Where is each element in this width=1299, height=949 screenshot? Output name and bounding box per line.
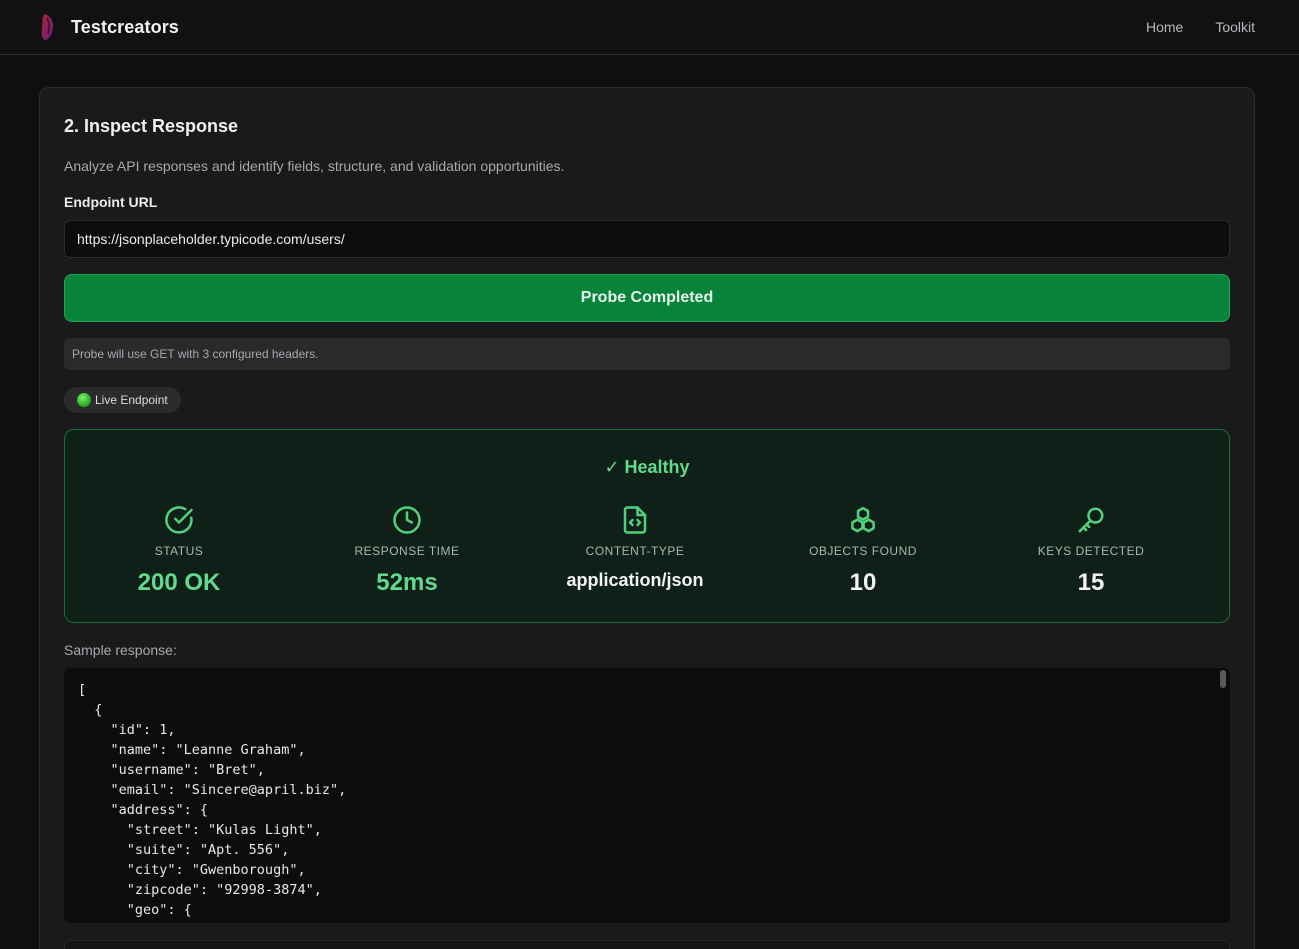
section-title: 2. Inspect Response	[64, 116, 239, 136]
next-panel	[64, 940, 1230, 949]
section-description: Analyze API responses and identify field…	[64, 158, 565, 174]
code-scrollbar[interactable]	[1220, 670, 1226, 688]
metric-response-time-value: 52ms	[376, 569, 438, 596]
metric-keys-detected-label: KEYS DETECTED	[1037, 544, 1145, 558]
probe-hint-text: Probe will use GET with 3 configured hea…	[72, 347, 319, 361]
check-circle-icon	[165, 506, 193, 534]
metric-keys-detected-value: 15	[1077, 569, 1105, 596]
endpoint-url-input[interactable]	[64, 220, 1230, 258]
metric-objects-found: OBJECTS FOUND 10	[749, 505, 977, 597]
main-nav: Home Toolkit	[1146, 19, 1255, 35]
sample-response-text: [ { "id": 1, "name": "Leanne Graham", "u…	[78, 682, 347, 918]
metric-status-label: STATUS	[154, 544, 204, 558]
metric-status: STATUS 200 OK	[65, 505, 293, 597]
metric-objects-found-label: OBJECTS FOUND	[809, 544, 917, 558]
health-status-title: ✓ Healthy	[604, 457, 690, 477]
metric-content-type-value: application/json	[566, 570, 704, 590]
metric-status-value: 200 OK	[137, 569, 221, 596]
metric-keys-detected: KEYS DETECTED 15	[977, 505, 1205, 597]
metric-content-type-label: CONTENT-TYPE	[585, 544, 685, 558]
live-endpoint-label: Live Endpoint	[95, 393, 168, 407]
top-navbar: Testcreators Home Toolkit	[0, 0, 1299, 55]
file-code-icon	[623, 506, 647, 534]
metric-response-time: RESPONSE TIME 52ms	[293, 505, 521, 597]
live-endpoint-badge: Live Endpoint	[64, 387, 181, 413]
health-panel: ✓ Healthy STATUS 200 OK RESPONSE TIME 52…	[64, 429, 1230, 623]
metric-content-type: CONTENT-TYPE application/json	[521, 505, 749, 597]
sample-response-code[interactable]: [ { "id": 1, "name": "Leanne Graham", "u…	[64, 668, 1230, 923]
probe-hint: Probe will use GET with 3 configured hea…	[64, 338, 1230, 370]
logo-icon	[41, 14, 54, 40]
green-dot-icon	[77, 393, 91, 407]
metric-objects-found-value: 10	[849, 569, 877, 596]
inspect-response-card: 2. Inspect Response Analyze API response…	[39, 87, 1255, 949]
nav-home-link[interactable]: Home	[1146, 19, 1183, 35]
clock-icon	[393, 506, 421, 534]
metrics-row: STATUS 200 OK RESPONSE TIME 52ms CONTENT…	[65, 505, 1229, 597]
probe-button[interactable]: Probe Completed	[64, 274, 1230, 322]
metric-response-time-label: RESPONSE TIME	[354, 544, 460, 558]
sample-response-label: Sample response:	[64, 642, 177, 658]
brand-name[interactable]: Testcreators	[71, 17, 179, 38]
nav-toolkit-link[interactable]: Toolkit	[1215, 19, 1255, 35]
endpoint-url-label: Endpoint URL	[64, 194, 158, 210]
key-icon	[1078, 507, 1104, 533]
cubes-icon	[851, 506, 875, 533]
